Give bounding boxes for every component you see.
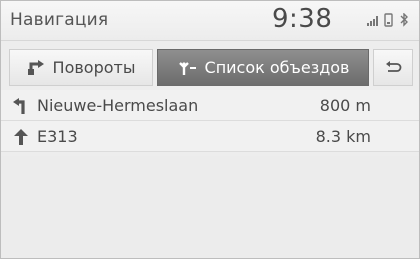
back-arrow-icon [384,60,402,75]
bluetooth-icon [400,13,408,27]
phone-icon [384,13,393,27]
tab-turns[interactable]: Повороты [9,49,153,86]
screen-title: Навигация [10,10,109,30]
status-icons [367,13,415,27]
list-item[interactable]: E313 8.3 km [1,121,419,152]
tab-detour-list[interactable]: Список объездов [157,49,369,86]
turn-left-icon [13,98,29,114]
view-tabs: Повороты Список объездов [9,49,413,86]
detour-icon [177,60,197,76]
clock: 9:38 [272,4,333,34]
straight-arrow-icon [13,129,29,145]
road-distance: 8.3 km [315,127,371,146]
tab-turns-label: Повороты [52,58,136,77]
empty-list-area [1,156,419,258]
list-item[interactable]: Nieuwe-Hermeslaan 800 m [1,90,419,121]
status-bar: Навигация 9:38 [1,1,419,41]
tab-detour-list-label: Список объездов [204,58,350,77]
road-name: E313 [37,127,78,146]
road-name: Nieuwe-Hermeslaan [37,96,199,115]
navigation-screen: Навигация 9:38 Повороты Список объездов … [0,0,420,259]
road-distance: 800 m [319,96,371,115]
detour-list: Nieuwe-Hermeslaan 800 m E313 8.3 km [1,90,419,152]
signal-icon [367,16,378,26]
back-button[interactable] [373,49,413,86]
turns-icon [27,59,45,76]
